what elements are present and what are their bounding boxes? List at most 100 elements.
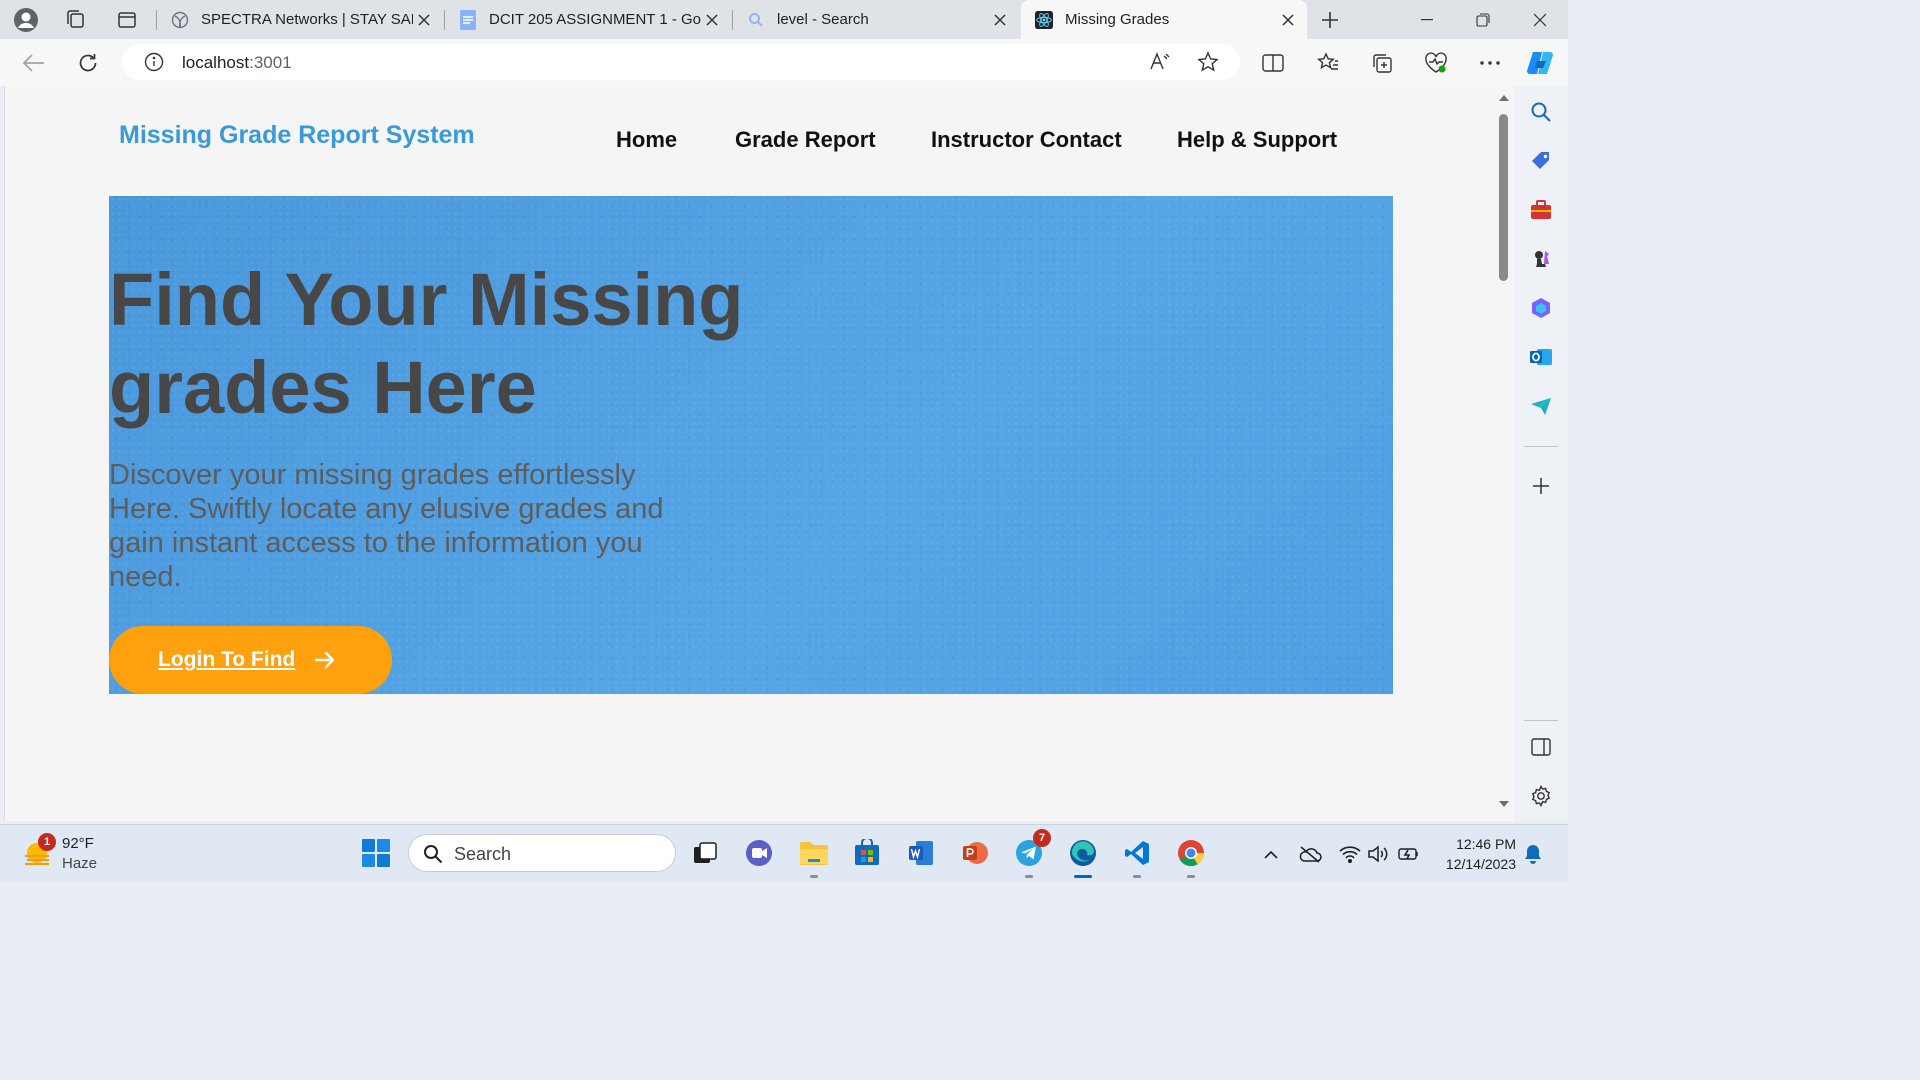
sidebar-search-icon[interactable] [1527,98,1555,126]
task-view-icon[interactable] [688,836,722,870]
close-tab-icon[interactable] [1277,9,1299,31]
google-docs-icon [459,9,477,30]
tab-actions-icon[interactable] [113,6,141,34]
windows-taskbar: 1 92°F Haze Search 7 12:46 PM 12/14/2023 [0,824,1568,882]
battery-charging-icon[interactable] [1397,842,1421,866]
profile-icon[interactable] [12,6,40,34]
tab-title: SPECTRA Networks | STAY SAFE [201,11,413,28]
volume-icon[interactable] [1366,842,1390,866]
page-scrollbar[interactable] [1494,86,1514,821]
nav-instructor-contact[interactable]: Instructor Contact [931,127,1122,153]
tab-spectra[interactable]: SPECTRA Networks | STAY SAFE [157,0,443,39]
games-chess-icon[interactable] [1527,245,1555,273]
tab-level-search[interactable]: level - Search [733,0,1019,39]
close-tab-icon[interactable] [413,9,435,31]
workspaces-icon[interactable] [62,6,90,34]
running-indicator [1025,875,1033,878]
restore-icon[interactable] [1455,0,1511,39]
scroll-down-icon[interactable] [1498,800,1510,808]
hero-description: Discover your missing grades effortlessl… [109,459,664,593]
weather-condition: Haze [62,855,98,872]
system-clock[interactable]: 12:46 PM 12/14/2023 [1432,834,1516,874]
tab-missing-grades[interactable]: Missing Grades [1021,0,1307,39]
site-info-icon[interactable] [144,52,164,77]
running-indicator [810,875,818,878]
outlook-icon[interactable] [1527,343,1555,371]
edge-icon[interactable] [1066,836,1100,878]
add-sidebar-app-icon[interactable] [1527,472,1555,500]
taskbar-search-label: Search [454,844,512,864]
nav-help-support[interactable]: Help & Support [1177,127,1337,153]
tab-assignment-doc[interactable]: DCIT 205 ASSIGNMENT 1 - Goo [445,0,731,39]
tab-title: level - Search [777,11,869,28]
hero-banner: Find Your Missing grades Here Discover y… [109,196,1393,694]
refresh-icon[interactable] [73,48,103,78]
scrollbar-thumb[interactable] [1499,114,1508,281]
tab-title: DCIT 205 ASSIGNMENT 1 - Goo [489,11,701,28]
weather-temperature: 92°F [62,835,94,852]
windows-start-icon[interactable] [359,836,393,870]
close-tab-icon[interactable] [701,9,723,31]
collections-icon[interactable] [1367,48,1397,78]
browser-toolbar: localhost:3001 [0,39,1568,86]
telegram-icon[interactable]: 7 [1012,829,1051,878]
arrow-right-icon [313,648,337,672]
sidebar-settings-gear-icon[interactable] [1527,782,1555,810]
taskbar-search-box[interactable]: Search [408,834,676,872]
clock-time: 12:46 PM [1456,836,1516,852]
telegram-unread-badge: 7 [1033,829,1051,847]
clock-date: 12/14/2023 [1445,856,1516,872]
spectra-globe-icon [171,11,189,29]
running-indicator [1133,875,1141,878]
cta-label: Login To Find [158,648,296,671]
read-aloud-icon[interactable] [1149,51,1171,78]
tab-title: Missing Grades [1065,11,1170,28]
nav-home[interactable]: Home [616,127,677,153]
site-brand[interactable]: Missing Grade Report System [119,121,475,150]
address-bar[interactable]: localhost:3001 [122,44,1240,80]
search-icon [424,845,443,864]
browser-essentials-icon[interactable] [1421,48,1451,78]
tools-briefcase-icon[interactable] [1527,196,1555,224]
teams-chat-icon[interactable] [742,836,776,870]
running-indicator [1187,875,1195,878]
powerpoint-icon[interactable] [958,836,992,870]
favorite-star-icon[interactable] [1197,51,1219,78]
close-window-icon[interactable] [1512,0,1568,39]
search-icon [747,11,765,29]
split-screen-icon[interactable] [1258,48,1288,78]
send-drop-icon[interactable] [1527,392,1555,420]
login-to-find-button[interactable]: Login To Find [109,626,392,694]
show-hidden-icons-chevron-icon[interactable] [1259,842,1283,866]
url-host: localhost [182,53,250,72]
close-tab-icon[interactable] [989,9,1011,31]
settings-more-icon[interactable] [1475,48,1505,78]
sidebar-divider [1524,720,1558,721]
notification-bell-icon[interactable] [1521,842,1545,866]
url-port: :3001 [249,53,292,72]
shopping-tag-icon[interactable] [1527,147,1555,175]
react-icon [1035,10,1053,29]
onedrive-cloud-icon[interactable] [1298,842,1322,866]
active-app-indicator [1074,875,1092,878]
nav-grade-report[interactable]: Grade Report [735,127,876,153]
hero-title: Find Your Missing grades Here [109,258,744,429]
hide-sidebar-icon[interactable] [1527,733,1555,761]
wifi-icon[interactable] [1338,842,1362,866]
chrome-icon[interactable] [1174,836,1208,878]
page-viewport: Missing Grade Report System Home Grade R… [4,86,1514,821]
new-tab-icon[interactable] [1316,6,1344,34]
microsoft-365-icon[interactable] [1527,294,1555,322]
microsoft-store-icon[interactable] [850,836,884,870]
back-arrow-icon[interactable] [19,48,49,78]
copilot-icon[interactable] [1525,48,1555,78]
file-explorer-icon[interactable] [797,836,831,878]
url-text[interactable]: localhost:3001 [182,53,292,73]
minimize-icon[interactable] [1399,0,1455,39]
scroll-up-icon[interactable] [1498,94,1510,102]
word-icon[interactable] [904,836,938,870]
favorites-icon[interactable] [1313,48,1343,78]
sidebar-divider [1524,446,1558,447]
vscode-icon[interactable] [1120,836,1154,878]
browser-tab-strip: SPECTRA Networks | STAY SAFE DCIT 205 AS… [0,0,1568,39]
